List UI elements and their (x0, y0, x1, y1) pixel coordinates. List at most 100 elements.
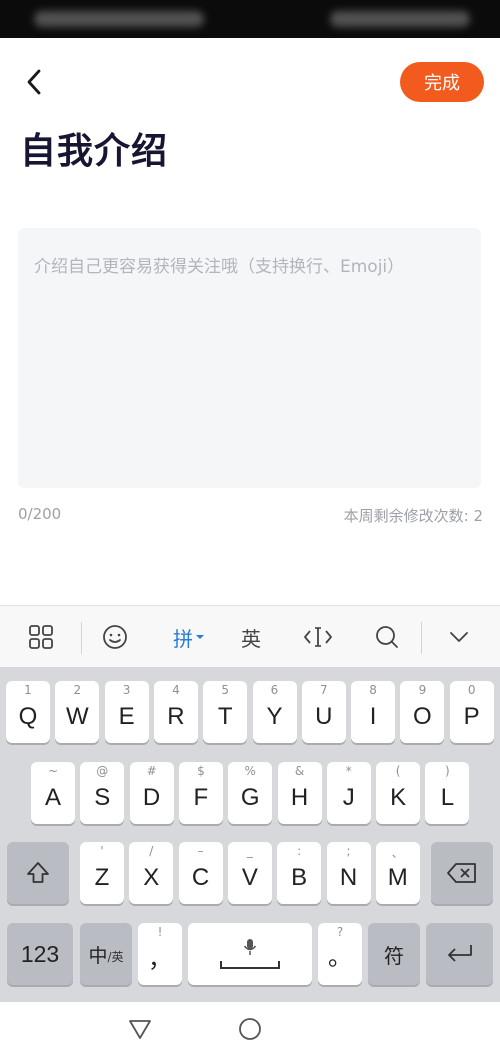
hide-keyboard-button[interactable] (444, 606, 474, 668)
key-o[interactable]: 9O (400, 681, 445, 743)
key-main-label: W (65, 703, 89, 730)
key-s[interactable]: @ S (80, 762, 125, 824)
pinyin-mode-button[interactable]: 拼 (166, 606, 212, 668)
emoji-button[interactable] (98, 606, 132, 668)
key-sub-label: 2 (73, 683, 82, 697)
ime-menu-button[interactable] (22, 606, 60, 668)
key-sub-label: 0 (467, 683, 476, 697)
backspace-key[interactable] (431, 842, 493, 904)
key-t[interactable]: 5T (203, 681, 248, 743)
circle-home-icon (239, 1018, 261, 1040)
remaining-edits-text: 本周剩余修改次数: 2 (343, 507, 483, 525)
key-f[interactable]: $ F (178, 762, 223, 824)
key-b[interactable]: :B (277, 842, 322, 904)
back-button[interactable] (20, 66, 48, 98)
key-l[interactable]: ) L (425, 762, 470, 824)
english-label: 英 (241, 626, 261, 651)
status-left-blurred (34, 11, 204, 27)
numbers-key-label: 123 (20, 940, 60, 967)
space-key[interactable] (188, 923, 312, 985)
key-w[interactable]: 2W (55, 681, 100, 743)
page-title: 自我介绍 (20, 131, 169, 172)
enter-key[interactable] (426, 923, 493, 985)
key-d[interactable]: # D (129, 762, 174, 824)
symbols-key[interactable]: 符 (368, 923, 420, 985)
key-sub-label: _ (246, 844, 253, 858)
key-e[interactable]: 3E (104, 681, 149, 743)
key-sub-label: ~ (47, 764, 59, 778)
nav-home-button[interactable] (237, 1016, 263, 1042)
key-z[interactable]: ' Z (80, 842, 124, 904)
key-a[interactable]: ~ A (31, 762, 75, 824)
smiley-icon (103, 625, 127, 649)
key-n[interactable]: ; N (326, 842, 371, 904)
key-j[interactable]: * J (326, 762, 371, 824)
key-main-label: F (193, 784, 209, 811)
key-q[interactable]: 1Q (6, 681, 50, 743)
period-key[interactable]: ? 。 (318, 923, 362, 985)
done-button[interactable]: 完成 (400, 62, 484, 102)
key-main-label: J (342, 784, 355, 811)
toolbar-divider (81, 622, 82, 654)
key-sub-label: 1 (24, 683, 32, 697)
symbols-key-label: 符 (384, 943, 404, 968)
key-main-label: T (217, 703, 233, 730)
lang-switch-key[interactable]: 中/英 (80, 923, 132, 985)
key-sub-label: / (149, 844, 154, 858)
system-nav-bar (0, 1002, 500, 1056)
key-sub-label: # (146, 764, 157, 778)
cursor-edit-button[interactable] (300, 606, 336, 668)
comma-key-main: ， (148, 946, 172, 973)
key-p[interactable]: 0P (449, 681, 494, 743)
numbers-key[interactable]: 123 (7, 923, 73, 985)
key-sub-label: 、 (391, 846, 404, 860)
key-main-label: S (94, 784, 111, 811)
keyboard: 1Q2W3E4R5T6Y7U8I9O0P ~ A @ S # D $ F% G & H * J(K) L … (0, 667, 500, 1002)
key-sub-label: @ (96, 764, 109, 778)
bio-textarea[interactable]: 介绍自己更容易获得关注哦（支持换行、Emoji） (18, 228, 481, 488)
key-i[interactable]: 8I (351, 681, 396, 743)
key-sub-label: 4 (172, 683, 180, 697)
comma-key[interactable]: ! ， (138, 923, 182, 985)
key-sub-label: 3 (122, 683, 131, 697)
nav-back-button[interactable] (127, 1016, 153, 1042)
key-c[interactable]: – C (178, 842, 223, 904)
key-v[interactable]: _ V (227, 842, 272, 904)
key-sub-label: $ (197, 764, 205, 778)
key-sub-label: ' (100, 844, 104, 858)
text-cursor-icon (304, 627, 332, 647)
key-main-label: B (291, 864, 308, 891)
key-x[interactable]: / X (129, 842, 174, 904)
grid-icon (29, 625, 53, 649)
triangle-back-icon (129, 1020, 151, 1039)
key-main-label: A (44, 784, 61, 811)
search-button[interactable] (370, 606, 404, 668)
key-g[interactable]: % G (228, 762, 273, 824)
status-bar (0, 0, 500, 38)
shift-key[interactable] (7, 842, 69, 904)
key-h[interactable]: & H (277, 762, 322, 824)
key-sub-label: & (294, 764, 305, 778)
lang-en-label: /英 (107, 949, 124, 964)
key-k[interactable]: (K (376, 762, 421, 824)
key-main-label: Y (266, 703, 283, 730)
space-bar-icon (220, 961, 280, 969)
key-u[interactable]: 7U (301, 681, 346, 743)
key-main-label: V (241, 864, 258, 891)
backspace-icon (447, 863, 476, 883)
key-main-label: R (167, 703, 185, 730)
key-sub-label: 5 (221, 683, 229, 697)
key-sub-label: – (197, 844, 204, 858)
key-sub-label: * (345, 764, 352, 778)
key-r[interactable]: 4R (153, 681, 198, 743)
key-main-label: H (290, 784, 309, 811)
key-y[interactable]: 6Y (252, 681, 297, 743)
shift-arrow-icon (27, 862, 49, 883)
key-m[interactable]: 、 M (375, 842, 420, 904)
key-main-label: U (315, 703, 333, 730)
key-sub-label: ) (445, 764, 450, 778)
key-sub-label: % (244, 764, 256, 778)
period-key-main: 。 (328, 944, 352, 971)
english-mode-button[interactable]: 英 (234, 606, 268, 668)
search-icon (376, 626, 398, 648)
